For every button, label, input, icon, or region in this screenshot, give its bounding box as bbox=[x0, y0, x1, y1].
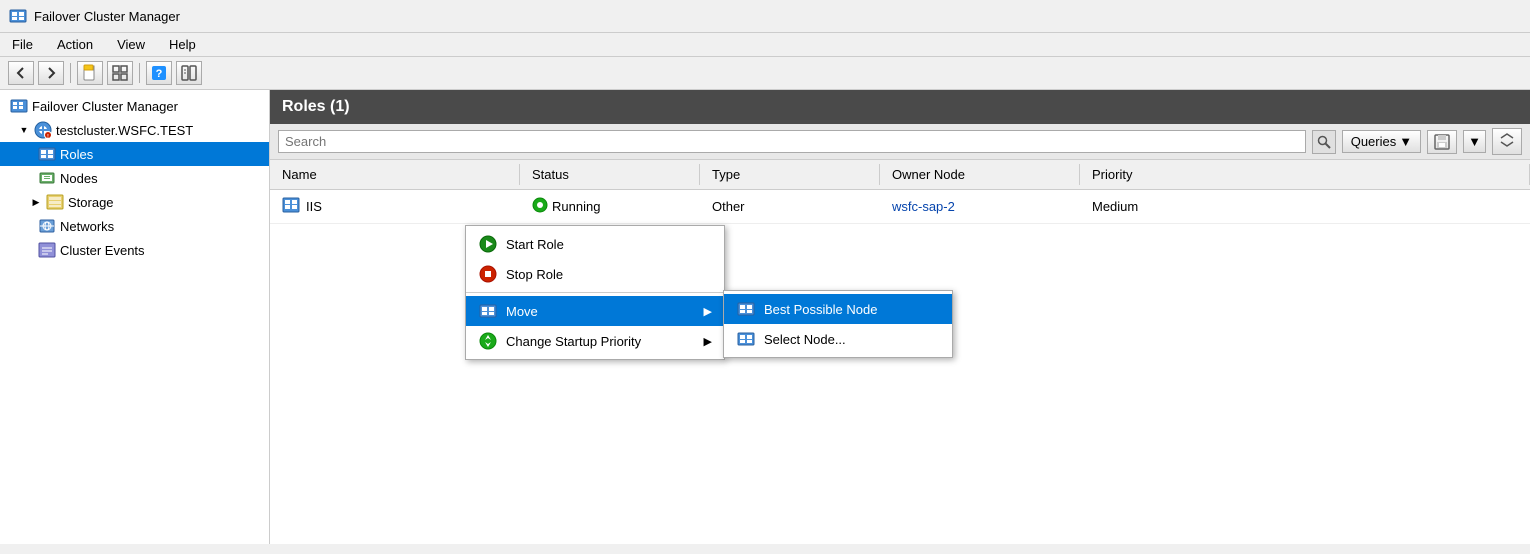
save-button[interactable] bbox=[1427, 130, 1457, 154]
main-layout: Failover Cluster Manager ▼ ! testcluster… bbox=[0, 90, 1530, 544]
stop-role-icon bbox=[478, 264, 498, 284]
roles-icon bbox=[38, 145, 56, 163]
nodes-icon bbox=[38, 169, 56, 187]
move-arrow-icon: ▶ bbox=[704, 305, 712, 318]
submenu: Best Possible Node Select Node... bbox=[723, 290, 953, 358]
col-header-owner[interactable]: Owner Node bbox=[880, 164, 1080, 185]
help-button[interactable]: ? bbox=[146, 61, 172, 85]
app-icon bbox=[8, 6, 28, 26]
storage-icon bbox=[46, 193, 64, 211]
menu-help[interactable]: Help bbox=[165, 35, 200, 54]
sidebar-item-roles[interactable]: Roles bbox=[0, 142, 269, 166]
sidebar-item-failover-cluster-manager[interactable]: Failover Cluster Manager bbox=[0, 94, 269, 118]
back-button[interactable] bbox=[8, 61, 34, 85]
forward-button[interactable] bbox=[38, 61, 64, 85]
menu-file[interactable]: File bbox=[8, 35, 37, 54]
cell-name: IIS bbox=[270, 193, 520, 220]
sidebar-item-networks[interactable]: Networks bbox=[0, 214, 269, 238]
sidebar-item-storage[interactable]: ▶ Storage bbox=[0, 190, 269, 214]
menu-view[interactable]: View bbox=[113, 35, 149, 54]
ctx-start-role[interactable]: Start Role bbox=[466, 229, 724, 259]
sidebar: Failover Cluster Manager ▼ ! testcluster… bbox=[0, 90, 270, 544]
table-header: Name Status Type Owner Node Priority bbox=[270, 160, 1530, 190]
sidebar-item-cluster-events[interactable]: Cluster Events bbox=[0, 238, 269, 262]
networks-icon bbox=[38, 217, 56, 235]
iis-row-icon bbox=[282, 196, 300, 217]
sidebar-label-cluster-events: Cluster Events bbox=[60, 243, 145, 258]
col-header-name[interactable]: Name bbox=[270, 164, 520, 185]
svg-text:?: ? bbox=[156, 68, 163, 80]
col-header-type[interactable]: Type bbox=[700, 164, 880, 185]
sub-select-node-label: Select Node... bbox=[764, 332, 846, 347]
status-icon bbox=[532, 197, 548, 216]
file-button[interactable] bbox=[77, 61, 103, 85]
save-dropdown-arrow[interactable]: ▼ bbox=[1463, 130, 1486, 153]
roles-title: Roles (1) bbox=[282, 98, 350, 115]
search-input[interactable] bbox=[278, 130, 1306, 153]
start-role-icon bbox=[478, 234, 498, 254]
sub-best-possible-node[interactable]: Best Possible Node bbox=[724, 294, 952, 324]
sidebar-item-testcluster[interactable]: ▼ ! testcluster.WSFC.TEST bbox=[0, 118, 269, 142]
ctx-priority-label: Change Startup Priority bbox=[506, 334, 641, 349]
ctx-change-startup-priority[interactable]: Change Startup Priority ▶ bbox=[466, 326, 724, 356]
roles-header: Roles (1) bbox=[270, 90, 1530, 124]
cell-owner: wsfc-sap-2 bbox=[880, 196, 1080, 217]
cluster-root-icon bbox=[10, 97, 28, 115]
cell-priority: Medium bbox=[1080, 196, 1530, 217]
priority-arrow-icon: ▶ bbox=[704, 335, 712, 348]
ctx-stop-role[interactable]: Stop Role bbox=[466, 259, 724, 289]
col-header-status[interactable]: Status bbox=[520, 164, 700, 185]
sidebar-item-nodes[interactable]: Nodes bbox=[0, 166, 269, 190]
ctx-move-label: Move bbox=[506, 304, 538, 319]
select-node-icon bbox=[736, 329, 756, 349]
move-icon bbox=[478, 301, 498, 321]
queries-button[interactable]: Queries ▼ bbox=[1342, 130, 1421, 153]
sidebar-label-fcm: Failover Cluster Manager bbox=[32, 99, 178, 114]
ctx-start-role-label: Start Role bbox=[506, 237, 564, 252]
ctx-stop-role-label: Stop Role bbox=[506, 267, 563, 282]
sidebar-label-nodes: Nodes bbox=[60, 171, 98, 186]
sidebar-label-testcluster: testcluster.WSFC.TEST bbox=[56, 123, 193, 138]
queries-chevron: ▼ bbox=[1399, 134, 1412, 149]
cell-type: Other bbox=[700, 196, 880, 217]
app-title: Failover Cluster Manager bbox=[34, 9, 180, 24]
chevron-testcluster: ▼ bbox=[18, 125, 30, 135]
sidebar-label-roles: Roles bbox=[60, 147, 93, 162]
toolbar: ? bbox=[0, 57, 1530, 90]
toolbar-sep-1 bbox=[70, 63, 71, 83]
menu-bar: File Action View Help bbox=[0, 33, 1530, 57]
sidebar-label-networks: Networks bbox=[60, 219, 114, 234]
sub-select-node[interactable]: Select Node... bbox=[724, 324, 952, 354]
search-button[interactable] bbox=[1312, 130, 1336, 154]
priority-icon bbox=[478, 331, 498, 351]
cell-status: Running bbox=[520, 194, 700, 219]
table-row[interactable]: IIS Running Other wsfc-sap-2 Medium bbox=[270, 190, 1530, 224]
ctx-move[interactable]: Move ▶ bbox=[466, 296, 724, 326]
best-node-icon bbox=[736, 299, 756, 319]
title-bar: Failover Cluster Manager bbox=[0, 0, 1530, 33]
ctx-sep-1 bbox=[466, 292, 724, 293]
col-header-priority[interactable]: Priority bbox=[1080, 164, 1530, 185]
expand-button[interactable] bbox=[1492, 128, 1522, 155]
search-bar: Queries ▼ ▼ bbox=[270, 124, 1530, 160]
events-icon bbox=[38, 241, 56, 259]
chevron-storage: ▶ bbox=[30, 197, 42, 208]
panel-button[interactable] bbox=[176, 61, 202, 85]
menu-action[interactable]: Action bbox=[53, 35, 97, 54]
context-menu: Start Role Stop Role bbox=[465, 225, 725, 360]
toolbar-sep-2 bbox=[139, 63, 140, 83]
sidebar-label-storage: Storage bbox=[68, 195, 114, 210]
queries-label: Queries bbox=[1351, 134, 1397, 149]
content-area: Roles (1) Queries ▼ bbox=[270, 90, 1530, 544]
sub-best-node-label: Best Possible Node bbox=[764, 302, 877, 317]
testcluster-icon: ! bbox=[34, 121, 52, 139]
grid-button[interactable] bbox=[107, 61, 133, 85]
